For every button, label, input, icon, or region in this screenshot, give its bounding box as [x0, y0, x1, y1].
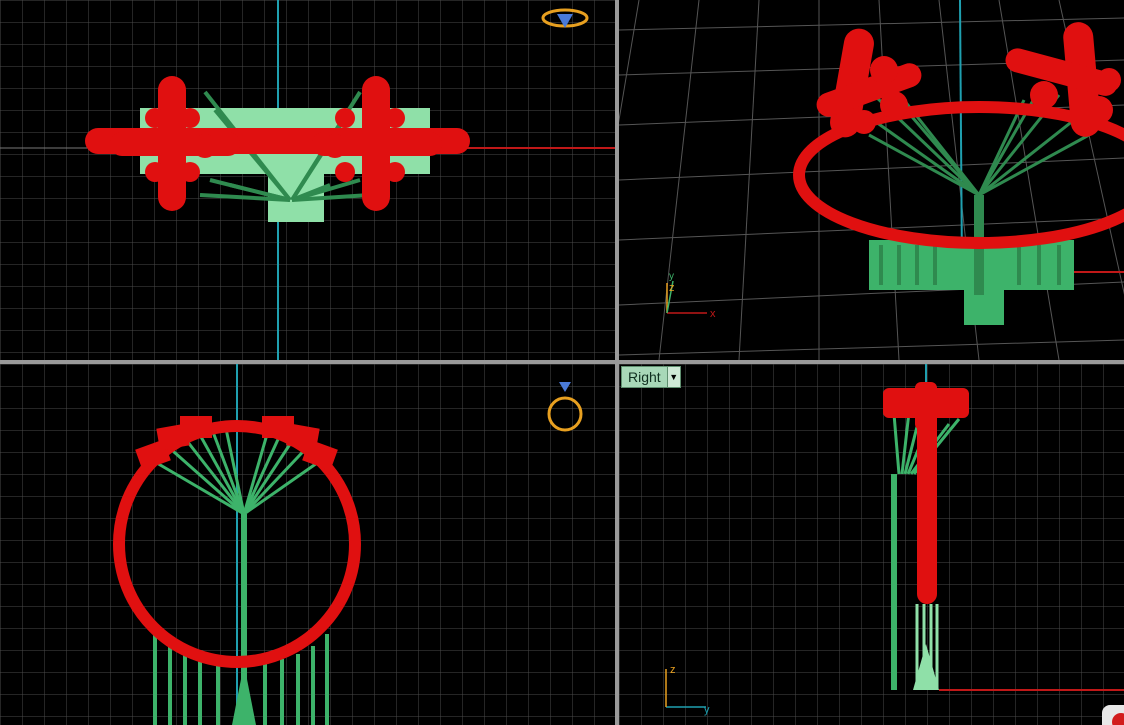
prong-center	[915, 382, 937, 430]
viewport-dropdown-icon[interactable]: ▼	[666, 367, 680, 387]
grid	[0, 364, 615, 725]
viewport-front[interactable]	[0, 364, 615, 725]
axis-label-z: z	[669, 282, 675, 294]
y-axis-line	[959, 0, 963, 271]
ring-band	[917, 414, 937, 604]
viewport-right[interactable]: y z Right ▼	[619, 364, 1124, 725]
axis-gizmo: x z y	[666, 271, 716, 320]
viewport-label-text: Right	[628, 369, 661, 385]
viewport-right-canvas[interactable]: y z	[619, 364, 1124, 725]
viewport-top-canvas[interactable]	[0, 0, 615, 360]
axis-label-z: z	[670, 664, 676, 676]
axis-label-y: y	[669, 271, 674, 282]
axis-label-x: x	[710, 308, 716, 320]
viewport-perspective[interactable]: x z y	[619, 0, 1124, 360]
viewport-perspective-canvas[interactable]: x z y	[619, 0, 1124, 360]
grid	[619, 364, 1124, 725]
corner-red-button[interactable]	[1102, 705, 1124, 725]
viewport-top[interactable]	[0, 0, 615, 360]
axis-label-y: y	[704, 704, 710, 716]
viewport-label-right[interactable]: Right ▼	[621, 366, 681, 388]
ring-model-perspective[interactable]	[793, 21, 1124, 325]
viewport-front-canvas[interactable]	[0, 364, 615, 725]
prong-cluster-left	[816, 28, 922, 138]
